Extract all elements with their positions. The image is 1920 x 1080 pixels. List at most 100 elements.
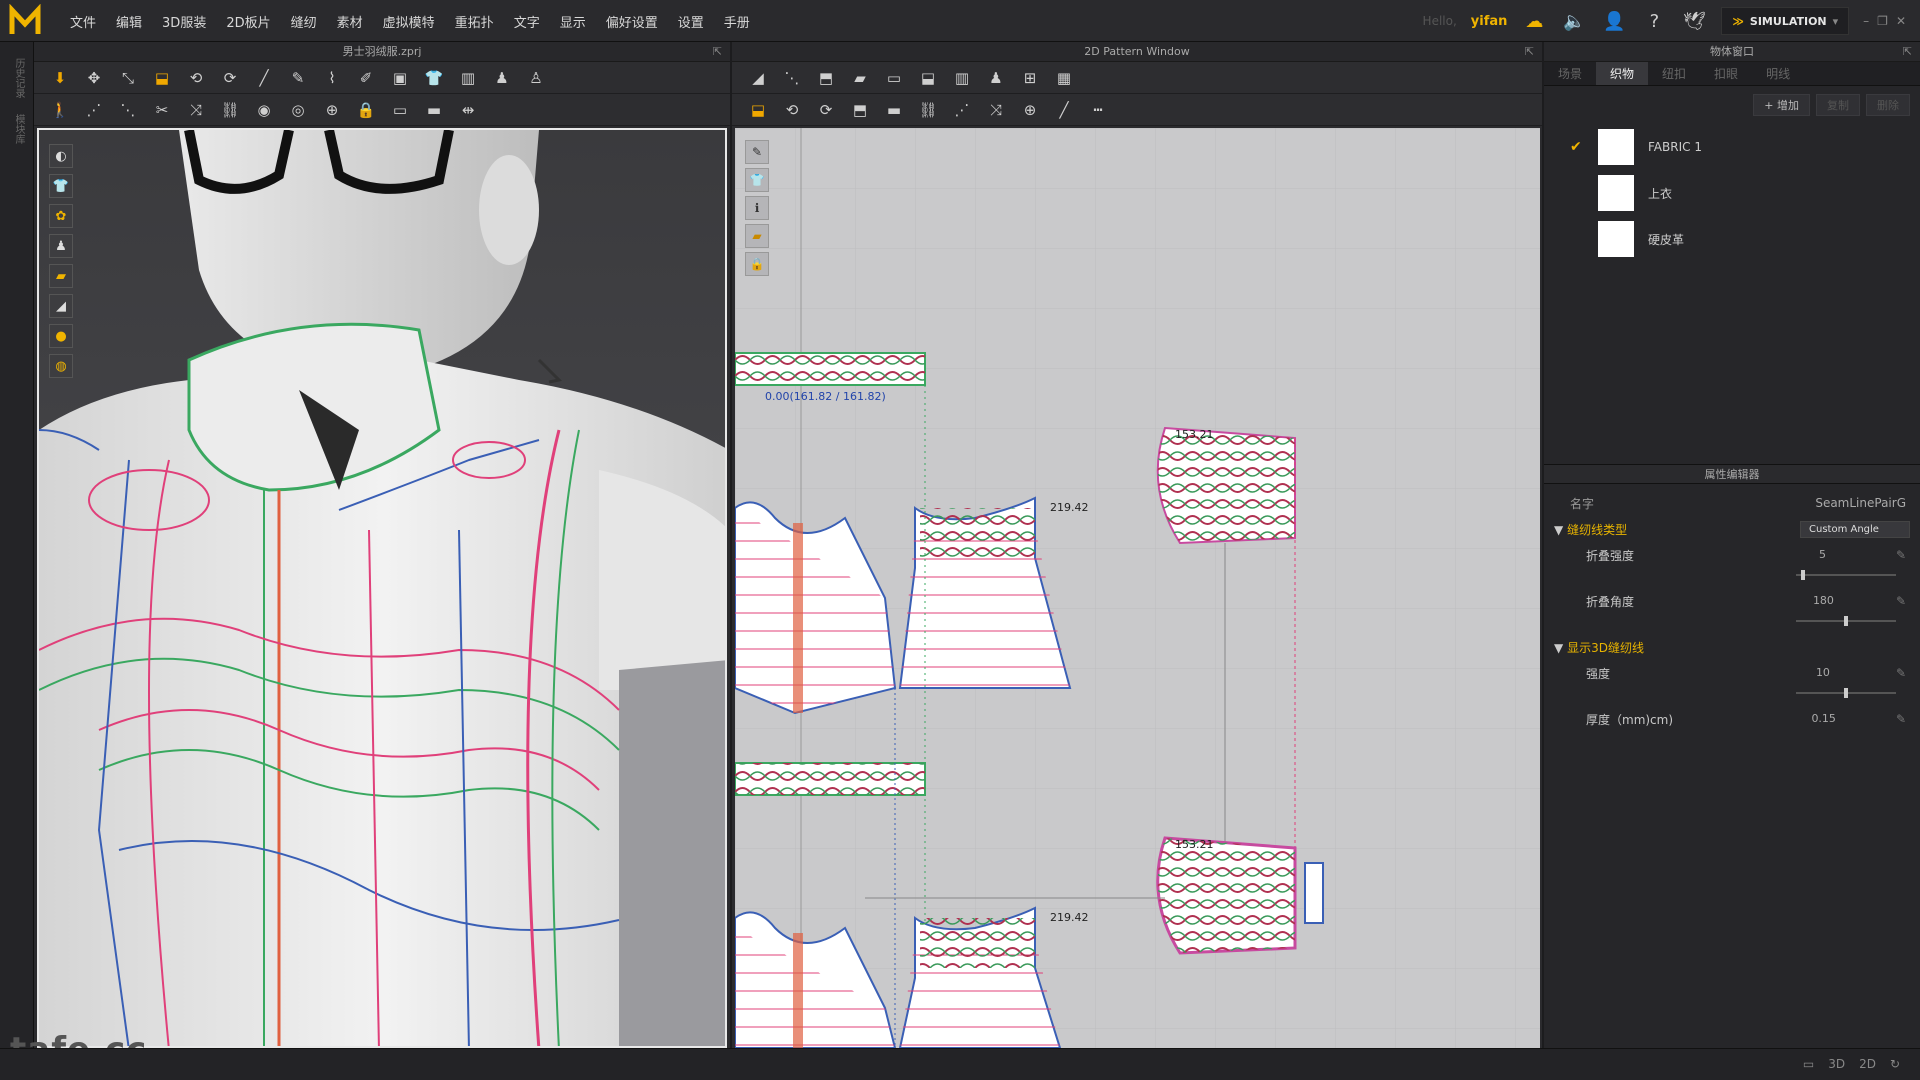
menu-item-1[interactable]: 编辑: [106, 12, 152, 31]
history-tab[interactable]: 历史记录: [11, 58, 26, 98]
restore-icon[interactable]: ❐: [1877, 14, 1888, 28]
speaker-icon[interactable]: 🔈: [1561, 8, 1587, 34]
fold-angle-slider[interactable]: [1796, 614, 1896, 628]
fabric-item[interactable]: 上衣: [1544, 170, 1920, 216]
menu-item-7[interactable]: 重拓扑: [445, 12, 504, 31]
elastic-icon[interactable]: ⤨: [982, 98, 1010, 122]
username[interactable]: yifan: [1471, 14, 1508, 29]
arrange-icon[interactable]: ⤨: [182, 98, 210, 122]
edit-pencil-icon[interactable]: ✎: [1896, 548, 1906, 562]
split-icon[interactable]: ⇹: [454, 98, 482, 122]
minimize-icon[interactable]: –: [1863, 14, 1869, 28]
copy-fabric-button[interactable]: 复制: [1816, 94, 1860, 116]
intensity-slider[interactable]: [1796, 686, 1896, 700]
seam-type-dropdown[interactable]: Custom Angle: [1800, 520, 1910, 538]
fold-2d-icon[interactable]: ⬓: [744, 98, 772, 122]
add-fabric-button[interactable]: + 增加: [1753, 94, 1810, 116]
pattern-icon[interactable]: ⊕: [318, 98, 346, 122]
lock-icon[interactable]: 🔒: [352, 98, 380, 122]
tack-icon[interactable]: ✎: [284, 66, 312, 90]
zipper-icon[interactable]: ⛓: [216, 98, 244, 122]
2d-view-icon[interactable]: 2D: [1859, 1057, 1876, 1071]
menu-item-8[interactable]: 文字: [504, 12, 550, 31]
edit-point-icon[interactable]: ⋱: [778, 66, 806, 90]
seam-type-section[interactable]: ▼ 缝纫线类型 Custom Angle: [1544, 516, 1920, 542]
bird-icon[interactable]: 🕊: [1681, 8, 1707, 34]
2d-viewport[interactable]: ✎ 👕 ℹ ▰ 🔒 0.00(161.82 / 161.82) 219.42 1…: [735, 128, 1540, 1048]
pin-view-icon[interactable]: ◢: [49, 294, 73, 318]
select-move-icon[interactable]: ✥: [80, 66, 108, 90]
stitch-icon[interactable]: ▬: [880, 98, 908, 122]
close-icon[interactable]: ✕: [1896, 14, 1906, 28]
popout-icon[interactable]: ⇱: [1525, 42, 1534, 62]
view-mode-icon[interactable]: ◐: [49, 144, 73, 168]
info-tool-icon[interactable]: ℹ: [745, 196, 769, 220]
menu-item-11[interactable]: 设置: [668, 12, 714, 31]
edit-sew-icon[interactable]: ⬒: [846, 98, 874, 122]
internal-shape-icon[interactable]: ⬓: [914, 66, 942, 90]
grid-cut-icon[interactable]: ⊞: [1016, 66, 1044, 90]
line-icon[interactable]: ╱: [1050, 98, 1078, 122]
skin-view-icon[interactable]: ●: [49, 324, 73, 348]
button-2d-icon[interactable]: ⊕: [1016, 98, 1044, 122]
segment-sew-icon[interactable]: ⟲: [778, 98, 806, 122]
fabric-item[interactable]: 硬皮革: [1544, 216, 1920, 262]
edit-pencil-icon[interactable]: ✎: [1896, 666, 1906, 680]
menu-item-5[interactable]: 素材: [327, 12, 373, 31]
delete-fabric-button[interactable]: 删除: [1866, 94, 1910, 116]
tab-4[interactable]: 明线: [1752, 62, 1804, 85]
edit-pencil-icon[interactable]: ✎: [1896, 712, 1906, 726]
free-sew-icon[interactable]: ⟳: [812, 98, 840, 122]
avatar-view-icon[interactable]: ♟: [49, 234, 73, 258]
edit-curve-icon[interactable]: ⬒: [812, 66, 840, 90]
help-icon[interactable]: ?: [1641, 8, 1667, 34]
intensity-value[interactable]: 10: [1816, 666, 1830, 680]
lock-tool-icon[interactable]: 🔒: [745, 252, 769, 276]
avatar-pose-icon[interactable]: ♙: [522, 66, 550, 90]
popout-icon[interactable]: ⇱: [713, 42, 722, 62]
tab-1[interactable]: 织物: [1596, 62, 1649, 85]
flat-icon[interactable]: ▭: [386, 98, 414, 122]
menu-item-10[interactable]: 偏好设置: [596, 12, 668, 31]
garment-view-icon[interactable]: 👕: [49, 174, 73, 198]
edit-pencil-icon[interactable]: ✎: [1896, 594, 1906, 608]
tab-2[interactable]: 纽扣: [1648, 62, 1700, 85]
menu-item-12[interactable]: 手册: [714, 12, 760, 31]
sew-3d-icon[interactable]: ⋰: [80, 98, 108, 122]
fold-strength-slider[interactable]: [1796, 568, 1896, 582]
refresh-icon[interactable]: ↻: [1890, 1057, 1900, 1071]
select-mesh-icon[interactable]: ⤡: [114, 66, 142, 90]
fabric-swatch[interactable]: [1598, 129, 1634, 165]
tab-3[interactable]: 扣眼: [1700, 62, 1752, 85]
unfold-icon[interactable]: ⟳: [216, 66, 244, 90]
fabric-view-icon[interactable]: ▰: [49, 264, 73, 288]
tab-0[interactable]: 场景: [1544, 62, 1596, 85]
garment-icon[interactable]: 👕: [420, 66, 448, 90]
fold-arrange-icon[interactable]: ⬓: [148, 66, 176, 90]
fold-icon[interactable]: ⟲: [182, 66, 210, 90]
fold-angle-value[interactable]: 180: [1813, 594, 1834, 608]
pleat-icon[interactable]: ⋰: [948, 98, 976, 122]
walk-icon[interactable]: 🚶: [46, 98, 74, 122]
polygon-icon[interactable]: ▰: [846, 66, 874, 90]
simulate-icon[interactable]: ⬇: [46, 66, 74, 90]
seam-edit-icon[interactable]: ⋱: [114, 98, 142, 122]
fabric-swatch[interactable]: [1598, 221, 1634, 257]
seam-taping-icon[interactable]: ⛓: [914, 98, 942, 122]
slider-knob[interactable]: [1844, 616, 1848, 626]
single-view-icon[interactable]: ▭: [1803, 1057, 1814, 1071]
rectangle-icon[interactable]: ▭: [880, 66, 908, 90]
menu-item-4[interactable]: 缝纫: [281, 12, 327, 31]
globe-view-icon[interactable]: ◍: [49, 354, 73, 378]
popout-icon[interactable]: ⇱: [1903, 42, 1912, 62]
fold-strength-value[interactable]: 5: [1819, 548, 1826, 562]
menu-item-0[interactable]: 文件: [60, 12, 106, 31]
3d-view-icon[interactable]: 3D: [1828, 1057, 1845, 1071]
dart-icon[interactable]: ▥: [948, 66, 976, 90]
button-tool-icon[interactable]: ◉: [250, 98, 278, 122]
pin-icon[interactable]: ╱: [250, 66, 278, 90]
grid-icon[interactable]: ▦: [1050, 66, 1078, 90]
brush-icon[interactable]: ✐: [352, 66, 380, 90]
fabric-tool-icon[interactable]: ▰: [745, 224, 769, 248]
menu-item-9[interactable]: 显示: [550, 12, 596, 31]
